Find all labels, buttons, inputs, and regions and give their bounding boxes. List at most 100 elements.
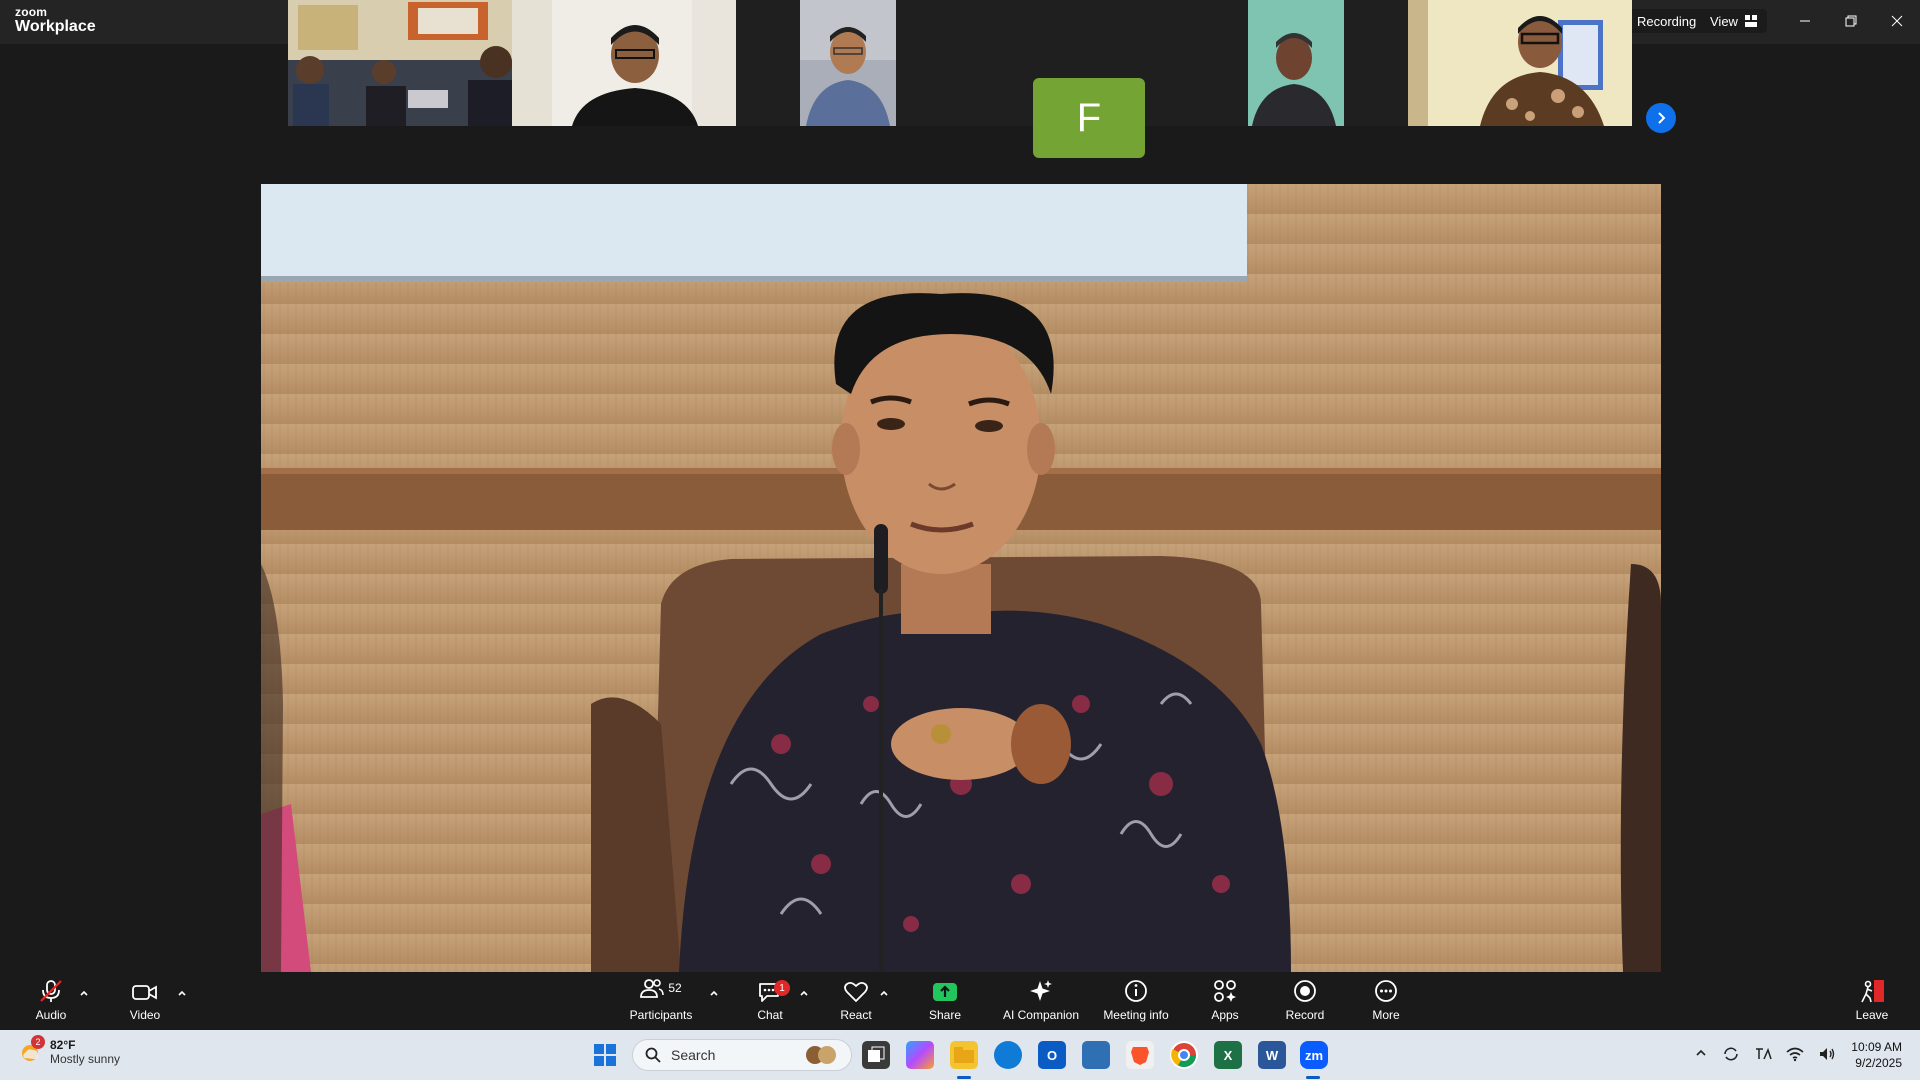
task-view-icon[interactable] [862,1041,890,1069]
windows-start-icon[interactable] [594,1044,616,1066]
wifi-icon[interactable] [1786,1046,1804,1062]
ai-companion-sparkle-icon [1030,980,1052,1001]
search-placeholder: Search [671,1047,716,1063]
audio-button[interactable]: Audio [28,972,74,1030]
participant-video-3 [800,0,896,126]
record-icon [1294,980,1316,1002]
app-logo: zoom Workplace [15,6,96,35]
copilot-icon[interactable] [906,1041,934,1069]
grid-view-icon [1744,15,1757,27]
audio-label: Audio [35,1008,67,1022]
participants-button[interactable]: 52 Participants [626,972,696,1030]
view-label: View [1710,13,1738,29]
meeting-info-button[interactable]: Meeting info [1100,972,1172,1030]
react-options-caret-icon[interactable] [878,988,890,998]
share-label: Share [928,1008,962,1022]
taskbar-search-box[interactable]: Search [632,1039,852,1071]
task-view-glyph-icon [868,1046,885,1062]
audio-options-caret-icon[interactable] [78,988,90,998]
search-highlight-icon [806,1046,836,1064]
participants-label: Participants [629,1008,693,1022]
ai-companion-label: AI Companion [1002,1008,1080,1022]
participant-tile-1[interactable] [288,0,512,126]
logo-product: Workplace [15,18,96,35]
chevron-right-icon [1658,112,1666,124]
video-label: Video [129,1008,161,1022]
zoom-active-indicator [1306,1076,1320,1079]
meeting-info-label: Meeting info [1103,1008,1169,1022]
more-label: More [1372,1008,1400,1022]
participants-options-caret-icon[interactable] [708,988,720,998]
info-icon [1125,980,1147,1002]
system-tray [1694,1046,1836,1062]
record-button[interactable]: Record [1280,972,1330,1030]
brave-browser-icon[interactable] [1126,1041,1154,1069]
zoom-taskbar-icon[interactable]: zm [1300,1041,1328,1069]
apps-grid-icon [1214,980,1236,1002]
restore-button[interactable] [1836,8,1866,34]
show-hidden-icons-chevron-icon[interactable] [1694,1046,1708,1060]
more-button[interactable]: More [1362,972,1410,1030]
word-icon[interactable]: W [1258,1041,1286,1069]
weather-temperature: 82°F [50,1038,76,1052]
outlook-icon[interactable]: O [1038,1041,1066,1069]
leave-door-icon [1861,980,1884,1003]
apps-label: Apps [1211,1008,1239,1022]
chat-options-caret-icon[interactable] [798,988,810,998]
video-options-caret-icon[interactable] [176,988,188,998]
heart-icon [844,981,868,1002]
chrome-browser-icon[interactable] [1170,1041,1198,1069]
close-icon [1891,15,1903,27]
chat-unread-badge: 1 [774,980,790,996]
react-button[interactable]: React [834,972,878,1030]
active-speaker-video [261,184,1661,972]
chat-label: Chat [757,1008,783,1022]
participant-avatar-f: F [1033,78,1145,158]
participant-tile-3[interactable] [736,0,960,126]
participant-tile-6[interactable] [1408,0,1632,126]
excel-icon[interactable]: X [1214,1041,1242,1069]
chrome-logo-icon [1171,1043,1196,1068]
next-page-button[interactable] [1646,103,1676,133]
file-explorer-icon[interactable] [950,1041,978,1069]
react-label: React [840,1008,872,1022]
language-input-icon[interactable] [1754,1046,1772,1062]
search-icon [645,1047,661,1063]
remote-desktop-icon[interactable] [1082,1041,1110,1069]
video-camera-icon [132,985,157,1000]
restore-icon [1845,15,1857,27]
participant-tile-2[interactable] [512,0,736,126]
folder-icon [954,1047,974,1063]
mic-muted-icon [40,980,62,1002]
brave-lion-icon [1131,1047,1149,1065]
minimize-button[interactable] [1790,8,1820,34]
participants-icon [640,979,665,998]
record-label: Record [1285,1008,1325,1022]
participants-count: 52 [668,981,682,995]
share-button[interactable]: Share [922,972,968,1030]
leave-label: Leave [1855,1008,1889,1022]
volume-icon[interactable] [1818,1046,1836,1062]
participant-video-5 [1248,0,1344,126]
apps-button[interactable]: Apps [1200,972,1250,1030]
participant-tile-5[interactable] [1184,0,1408,126]
video-button[interactable]: Video [122,972,168,1030]
close-button[interactable] [1882,8,1912,34]
clock-time: 10:09 AM [1851,1040,1902,1054]
minimize-icon [1800,20,1810,22]
view-button[interactable]: View [1700,9,1767,33]
clock[interactable]: 10:09 AM 9/2/2025 [1851,1039,1902,1071]
weather-widget[interactable]: 2 82°F Mostly sunny [18,1035,121,1066]
clock-date: 9/2/2025 [1855,1056,1902,1070]
edge-browser-icon[interactable] [994,1041,1022,1069]
meeting-toolbar: Audio Video 52 Participants Chat 1 React… [0,972,1920,1030]
windows-taskbar: 2 82°F Mostly sunny Search O X W zm 10:0… [0,1030,1920,1080]
weather-condition: Mostly sunny [50,1052,121,1066]
sync-icon[interactable] [1722,1046,1740,1062]
speaker-video-frame [261,184,1661,972]
more-dots-icon [1375,980,1397,1002]
file-explorer-active-indicator [957,1076,971,1079]
weather-badge: 2 [31,1035,45,1049]
leave-button[interactable]: Leave [1850,972,1894,1030]
ai-companion-button[interactable]: AI Companion [998,972,1084,1030]
